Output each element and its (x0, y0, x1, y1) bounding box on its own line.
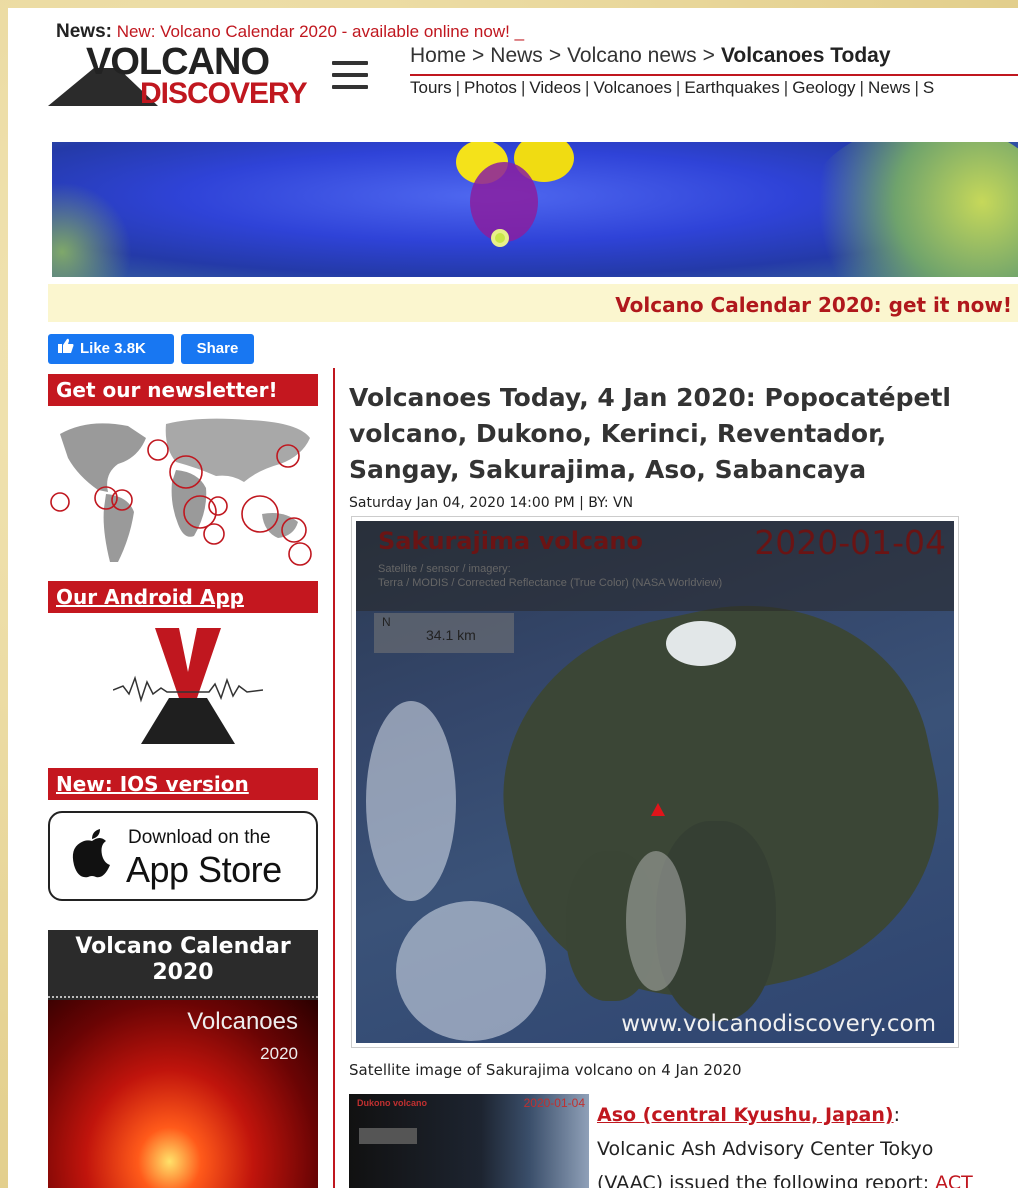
android-app-logo-icon[interactable] (113, 628, 263, 758)
figure-watermark: www.volcanodiscovery.com (621, 1011, 936, 1037)
app-store-badge[interactable]: Download on the App Store (48, 811, 318, 901)
logo-line1: VOLCANO (86, 41, 270, 83)
breadcrumb: Home > News > Volcano news > Volcanoes Today (410, 44, 891, 68)
nav-news[interactable]: News (868, 78, 911, 97)
entry-text-line2: (VAAC) issued the following report: (597, 1172, 930, 1188)
page: News: New: Volcano Calendar 2020 - avail… (8, 8, 1018, 1188)
like-label: Like 3.8K (80, 340, 146, 357)
calendar-cover-year: 2020 (260, 1044, 298, 1063)
volcano-calendar-promo[interactable]: Volcano Calendar 2020 Volcanoes 2020 (48, 930, 318, 1188)
calendar-promo-strip[interactable]: Volcano Calendar 2020: get it now! (48, 284, 1018, 322)
newsletter-heading[interactable]: Get our newsletter! (48, 374, 318, 406)
breadcrumb-home[interactable]: Home (410, 44, 466, 67)
entry-act-link[interactable]: ACT (935, 1172, 973, 1188)
facebook-share-button[interactable]: Share (181, 334, 254, 364)
hamburger-menu-icon[interactable] (332, 61, 368, 95)
figure-source-line1: Satellite / sensor / imagery: (378, 563, 511, 575)
nav-volcanoes[interactable]: Volcanoes (593, 78, 671, 97)
news-ticker[interactable]: News: New: Volcano Calendar 2020 - avail… (56, 21, 524, 43)
calendar-promo-text[interactable]: Volcano Calendar 2020: get it now! (615, 293, 1012, 317)
world-map-image[interactable] (48, 412, 318, 572)
nav-tours[interactable]: Tours (410, 78, 452, 97)
breadcrumb-rule (410, 74, 1018, 76)
volcano-marker-icon (651, 803, 665, 816)
entry-text-line1: Volcanic Ash Advisory Center Tokyo (597, 1138, 934, 1160)
satellite-image: Sakurajima volcano 2020-01-04 Satellite … (356, 521, 954, 1043)
nav-geology[interactable]: Geology (792, 78, 855, 97)
facebook-like-button[interactable]: Like 3.8K (48, 334, 174, 364)
ios-app-heading[interactable]: New: IOS version (48, 768, 318, 800)
article-title: Volcanoes Today, 4 Jan 2020: Popocatépet… (349, 383, 951, 484)
android-app-heading[interactable]: Our Android App (48, 581, 318, 613)
logo-line2: DISCOVERY (140, 77, 308, 110)
thumbs-up-icon (58, 334, 74, 364)
top-nav: Tours | Photos | Videos | Volcanoes | Earthquake… (410, 78, 935, 97)
breadcrumb-separator: > (472, 44, 485, 67)
news-text[interactable]: New: Volcano Calendar 2020 - available o… (117, 22, 524, 41)
calendar-title: Volcano Calendar 2020 (75, 934, 291, 985)
article-byline: Saturday Jan 04, 2020 14:00 PM | BY: VN (349, 495, 634, 511)
figure-source-line2: Terra / MODIS / Corrected Reflectance (T… (378, 577, 723, 589)
north-arrow-label: N (382, 615, 391, 629)
dukono-thumbnail-image[interactable]: Dukono volcano 2020-01-04 (349, 1094, 589, 1188)
site-logo[interactable]: VOLCANO DISCOVERY (48, 41, 328, 110)
news-label: News: (56, 21, 112, 42)
satellite-figure[interactable]: Sakurajima volcano 2020-01-04 Satellite … (351, 516, 959, 1048)
breadcrumb-separator: > (548, 44, 562, 67)
nav-videos[interactable]: Videos (529, 78, 581, 97)
entry-colon: : (893, 1104, 900, 1126)
thumbnail-date: 2020-01-04 (523, 1096, 585, 1110)
scale-label: 34.1 km (426, 627, 476, 643)
map-scale-box: N 34.1 km (374, 613, 514, 653)
app-store-big-text: App Store (126, 849, 282, 890)
header-banner-image (52, 142, 1018, 277)
nav-more[interactable]: S (923, 78, 934, 97)
app-store-small-text: Download on the (128, 827, 271, 848)
apple-icon (70, 827, 114, 886)
thumbnail-title: Dukono volcano (357, 1098, 428, 1108)
column-divider (333, 368, 335, 1188)
breadcrumb-volcano-news[interactable]: Volcano news (567, 44, 697, 67)
figure-caption: Satellite image of Sakurajima volcano on… (349, 1061, 742, 1079)
news-entry: Aso (central Kyushu, Japan): Volcanic As… (597, 1098, 1017, 1188)
aso-volcano-link[interactable]: Aso (central Kyushu, Japan) (597, 1104, 894, 1126)
breadcrumb-news[interactable]: News (490, 44, 543, 67)
calendar-cover-title: Volcanoes (187, 1008, 298, 1035)
figure-date-label: 2020-01-04 (754, 523, 946, 562)
breadcrumb-current: Volcanoes Today (720, 44, 891, 67)
nav-earthquakes[interactable]: Earthquakes (684, 78, 779, 97)
nav-photos[interactable]: Photos (464, 78, 517, 97)
figure-volcano-label: Sakurajima volcano (378, 527, 643, 555)
breadcrumb-separator: > (702, 44, 715, 67)
